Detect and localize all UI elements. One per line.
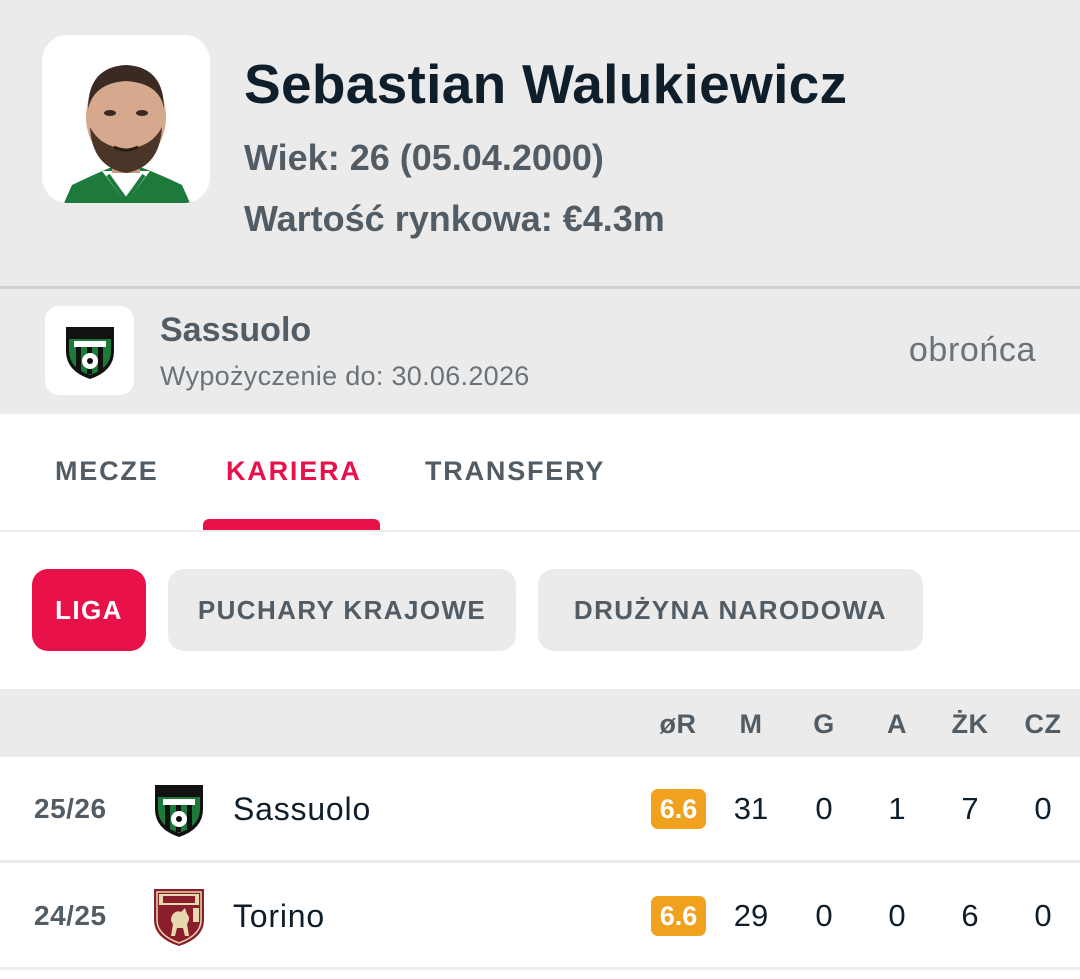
matches-value: 31	[733, 791, 769, 826]
club-name: Sassuolo	[160, 311, 312, 349]
team-name: Sassuolo	[233, 791, 372, 827]
header-yellow-cards: ŻK	[951, 709, 989, 739]
player-market-value: Wartość rynkowa: €4.3m	[244, 198, 665, 239]
player-header: Sebastian Walukiewicz Wiek: 26 (05.04.20…	[0, 0, 1080, 289]
player-avatar	[42, 35, 210, 203]
filter-druzyna-narodowa[interactable]: DRUŻYNA NARODOWA	[538, 569, 923, 651]
assists-value: 0	[888, 898, 906, 933]
assists-value: 1	[888, 791, 906, 826]
table-row[interactable]: 25/26 Sassuolo 6.6 31 0 1 7 0	[0, 757, 1080, 863]
header-red-cards: CZ	[1024, 709, 1062, 739]
red-cards-value: 0	[1034, 791, 1052, 826]
team-logo	[150, 886, 208, 946]
matches-value: 29	[733, 898, 769, 933]
filter-puchary-krajowe[interactable]: PUCHARY KRAJOWE	[168, 569, 516, 651]
current-club-row[interactable]: Sassuolo Wypożyczenie do: 30.06.2026 obr…	[0, 289, 1080, 414]
profile-tabs: MECZE KARIERA TRANSFERY	[0, 414, 1080, 532]
filter-liga[interactable]: LIGA	[32, 569, 146, 651]
season: 25/26	[34, 793, 107, 824]
player-age: Wiek: 26 (05.04.2000)	[244, 137, 604, 178]
goals-value: 0	[815, 898, 833, 933]
yellow-cards-value: 7	[961, 791, 979, 826]
loan-until: Wypożyczenie do: 30.06.2026	[160, 361, 530, 391]
sassuolo-crest-icon	[155, 785, 203, 837]
rating-badge: 6.6	[651, 896, 706, 936]
tab-kariera[interactable]: KARIERA	[226, 456, 362, 487]
player-name: Sebastian Walukiewicz	[244, 53, 848, 115]
club-logo	[45, 306, 134, 395]
sassuolo-crest-icon	[66, 327, 114, 379]
header-goals: G	[813, 709, 835, 739]
torino-crest-icon	[154, 889, 204, 946]
team-name: Torino	[233, 898, 325, 934]
tab-transfery[interactable]: TRANSFERY	[425, 456, 605, 487]
active-tab-indicator	[203, 519, 380, 530]
career-table-header: øR M G A ŻK CZ	[0, 689, 1080, 757]
header-assists: A	[887, 709, 907, 739]
player-position: obrońca	[908, 331, 1036, 369]
yellow-cards-value: 6	[961, 898, 979, 933]
rating-badge: 6.6	[651, 789, 706, 829]
season: 24/25	[34, 900, 107, 931]
goals-value: 0	[815, 791, 833, 826]
header-rating: øR	[659, 709, 697, 739]
tab-mecze[interactable]: MECZE	[55, 456, 159, 487]
player-photo-icon	[42, 35, 210, 203]
header-matches: M	[739, 709, 763, 739]
table-row[interactable]: 24/25 Torino 6.6 29 0 0 6 0	[0, 864, 1080, 970]
red-cards-value: 0	[1034, 898, 1052, 933]
team-logo	[150, 779, 208, 839]
